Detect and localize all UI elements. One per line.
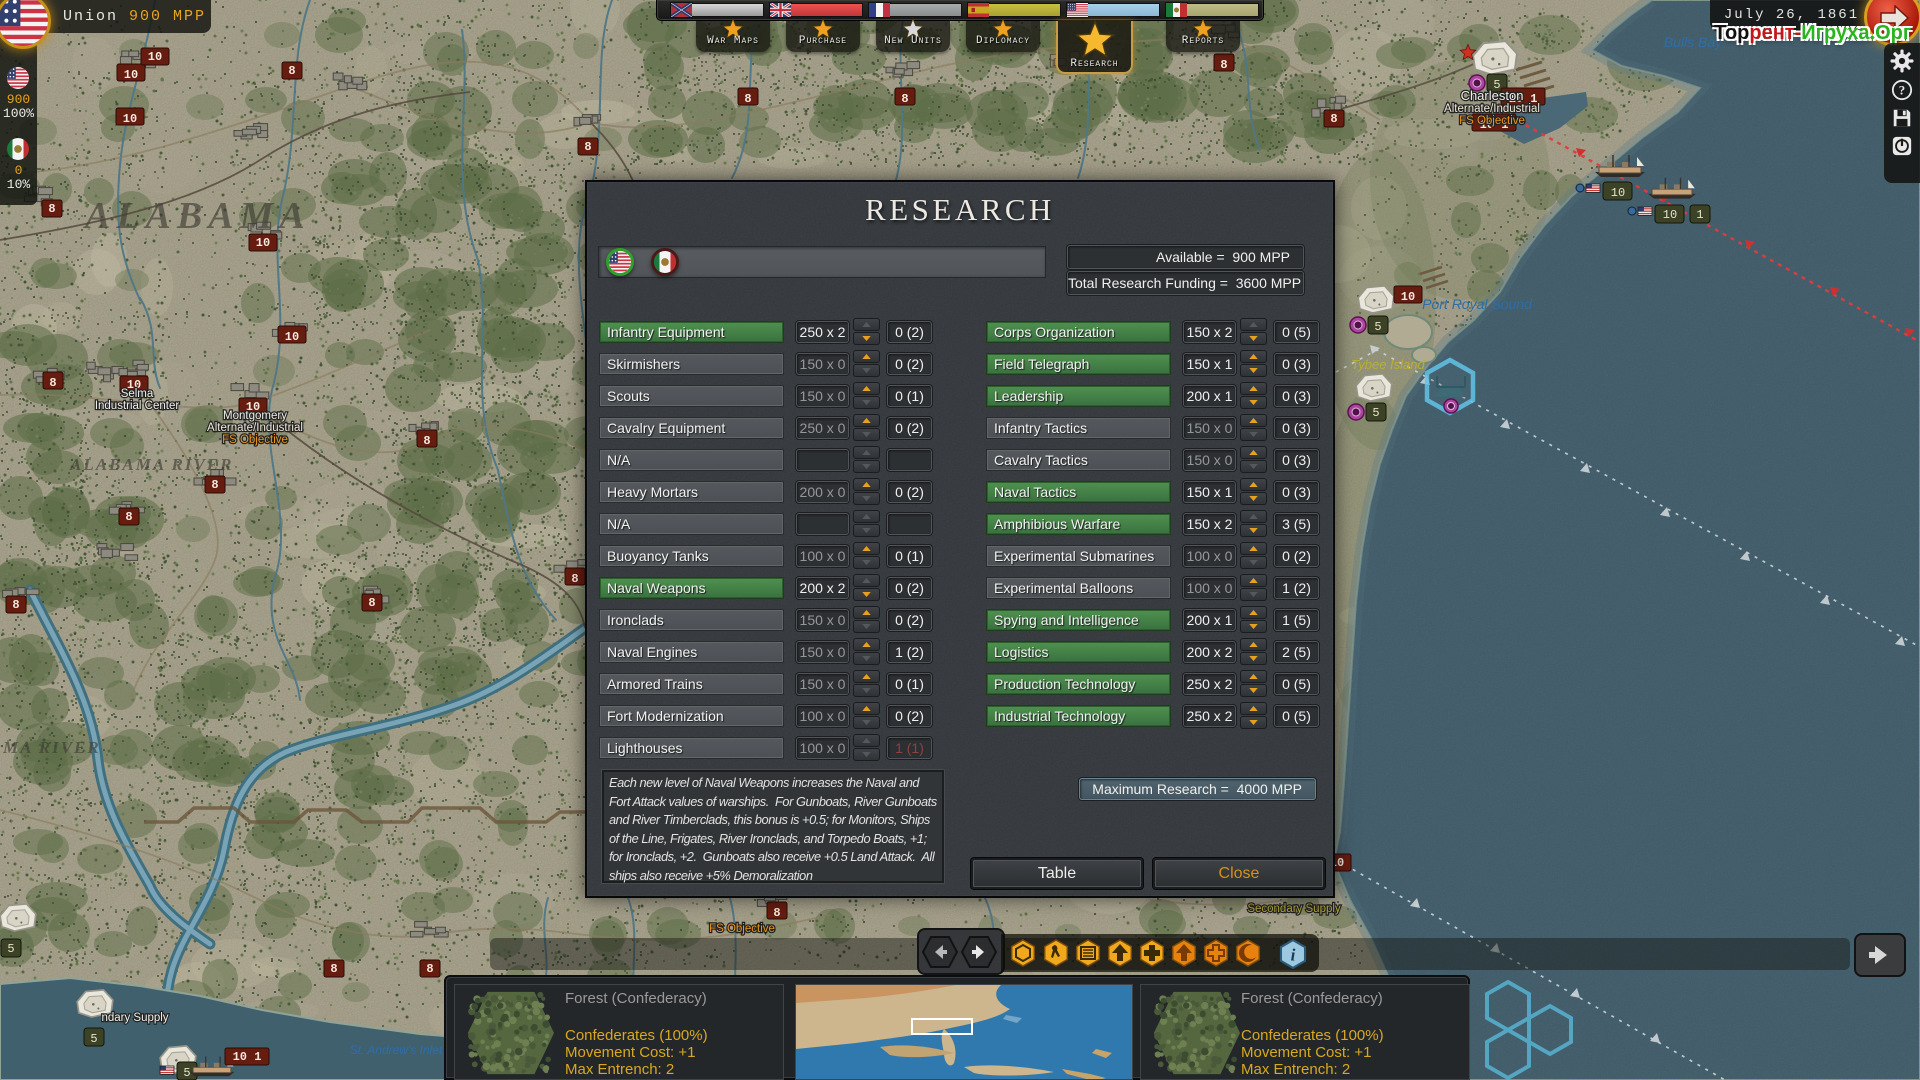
svg-text:8: 8 xyxy=(901,92,908,106)
svg-text:FS Objective: FS Objective xyxy=(709,923,775,935)
svg-text:8: 8 xyxy=(423,434,430,448)
svg-text:ndary Supply: ndary Supply xyxy=(101,1012,168,1024)
svg-text:5: 5 xyxy=(1372,406,1379,420)
svg-text:8: 8 xyxy=(1220,58,1227,72)
svg-text:Tybee Island: Tybee Island xyxy=(1351,357,1425,372)
svg-text:?: ? xyxy=(1899,84,1905,98)
svg-text:8: 8 xyxy=(1330,112,1337,126)
svg-text:MA RIVER: MA RIVER xyxy=(2,738,101,757)
svg-text:Montgomery: Montgomery xyxy=(223,410,287,422)
svg-text:5: 5 xyxy=(7,942,14,956)
svg-text:10: 10 xyxy=(1663,208,1677,222)
svg-text:5: 5 xyxy=(183,1066,190,1080)
svg-text:Charleston: Charleston xyxy=(1461,88,1524,103)
svg-text:Port Royal Sound: Port Royal Sound xyxy=(1422,296,1533,312)
svg-text:Secondary Supply: Secondary Supply xyxy=(1247,903,1341,915)
svg-text:i: i xyxy=(1291,945,1296,964)
svg-text:Industrial Center: Industrial Center xyxy=(95,400,180,412)
svg-text:5: 5 xyxy=(90,1032,97,1046)
svg-text:FS Objective: FS Objective xyxy=(222,434,288,446)
svg-text:8: 8 xyxy=(48,202,55,216)
svg-text:8: 8 xyxy=(571,572,578,586)
svg-text:8: 8 xyxy=(288,64,295,78)
svg-text:Alternate/Industrial: Alternate/Industrial xyxy=(1444,103,1540,115)
svg-text:10: 10 xyxy=(1611,186,1625,200)
svg-text:ALABAMA: ALABAMA xyxy=(83,195,311,237)
svg-text:10: 10 xyxy=(1401,290,1415,304)
svg-text:8: 8 xyxy=(49,376,56,390)
svg-text:8: 8 xyxy=(330,962,337,976)
svg-text:8: 8 xyxy=(584,140,591,154)
svg-text:8: 8 xyxy=(368,596,375,610)
svg-text:8: 8 xyxy=(211,478,218,492)
svg-text:8: 8 xyxy=(744,92,751,106)
svg-text:St. Andrew's Inlet: St. Andrew's Inlet xyxy=(350,1043,443,1057)
svg-text:8: 8 xyxy=(12,598,19,612)
svg-text:Selma: Selma xyxy=(121,388,154,400)
svg-text:10 1: 10 1 xyxy=(233,1050,262,1064)
svg-text:FS Objective: FS Objective xyxy=(1459,115,1525,127)
svg-text:8: 8 xyxy=(125,510,132,524)
svg-text:10: 10 xyxy=(285,330,299,344)
svg-text:10: 10 xyxy=(124,68,138,82)
svg-text:10: 10 xyxy=(148,50,162,64)
svg-text:8: 8 xyxy=(426,962,433,976)
svg-text:5: 5 xyxy=(1374,320,1381,334)
svg-text:Alternate/Industrial: Alternate/Industrial xyxy=(207,422,303,434)
svg-text:10: 10 xyxy=(256,236,270,250)
svg-text:8: 8 xyxy=(773,906,780,920)
svg-text:ALABAMA RIVER: ALABAMA RIVER xyxy=(69,455,233,474)
svg-text:10: 10 xyxy=(123,112,137,126)
svg-text:1: 1 xyxy=(1696,208,1703,222)
